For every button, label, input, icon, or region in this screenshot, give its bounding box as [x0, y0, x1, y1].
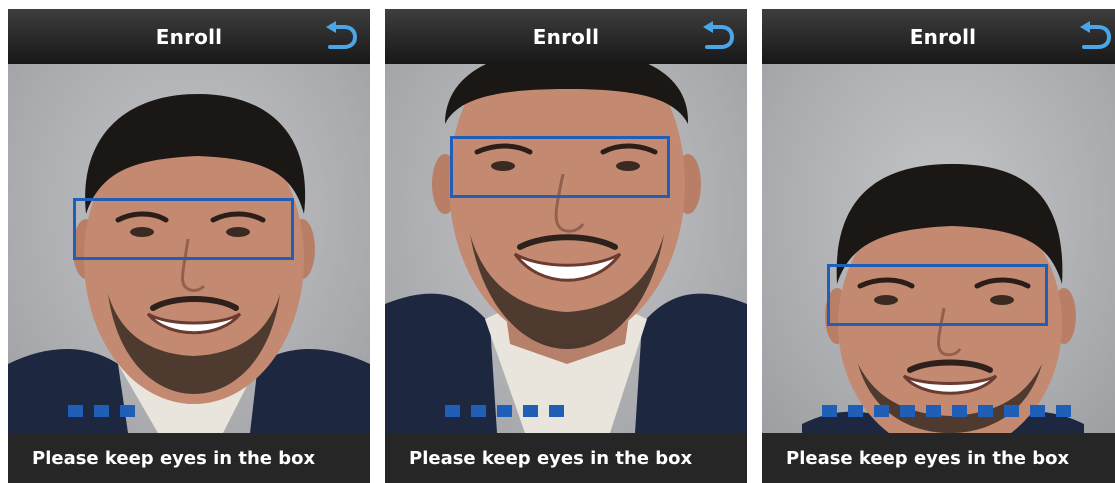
enroll-progress [822, 405, 1071, 417]
enroll-screen-3: Enroll Please keep eyes in the box [762, 9, 1115, 483]
eye-alignment-box [827, 264, 1048, 326]
progress-dash [94, 405, 109, 417]
hint-text: Please keep eyes in the box [32, 447, 316, 469]
hint-bar: Please keep eyes in the box [385, 433, 747, 483]
enroll-progress [68, 405, 135, 417]
progress-dash [68, 405, 83, 417]
enroll-screen-2: Enroll Please keep eyes in the box [385, 9, 747, 483]
screen-title: Enroll [909, 24, 977, 49]
progress-dash [549, 405, 564, 417]
progress-dash [1004, 405, 1019, 417]
face-photo [802, 164, 1084, 433]
progress-dash [471, 405, 486, 417]
progress-dash [848, 405, 863, 417]
face-photo [385, 64, 747, 433]
progress-dash [445, 405, 460, 417]
enroll-screen-1: Enroll Please keep eyes in the box [8, 9, 370, 483]
progress-dash [926, 405, 941, 417]
camera-preview [8, 64, 370, 433]
screen-title: Enroll [155, 24, 223, 49]
progress-dash [900, 405, 915, 417]
camera-preview [385, 64, 747, 433]
progress-dash [978, 405, 993, 417]
screen-title: Enroll [532, 24, 600, 49]
back-arrow-icon[interactable] [1078, 21, 1112, 51]
enroll-progress [445, 405, 564, 417]
progress-dash [822, 405, 837, 417]
hint-text: Please keep eyes in the box [786, 447, 1070, 469]
hint-bar: Please keep eyes in the box [762, 433, 1115, 483]
progress-dash [1030, 405, 1045, 417]
title-bar: Enroll [385, 9, 747, 64]
title-bar: Enroll [8, 9, 370, 64]
back-arrow-icon[interactable] [324, 21, 358, 51]
progress-dash [952, 405, 967, 417]
eye-alignment-box [73, 198, 294, 260]
progress-dash [874, 405, 889, 417]
back-arrow-icon[interactable] [701, 21, 735, 51]
progress-dash [497, 405, 512, 417]
progress-dash [523, 405, 538, 417]
progress-dash [120, 405, 135, 417]
eye-alignment-box [450, 136, 670, 198]
hint-text: Please keep eyes in the box [409, 447, 693, 469]
hint-bar: Please keep eyes in the box [8, 433, 370, 483]
camera-preview [762, 64, 1115, 433]
title-bar: Enroll [762, 9, 1115, 64]
progress-dash [1056, 405, 1071, 417]
